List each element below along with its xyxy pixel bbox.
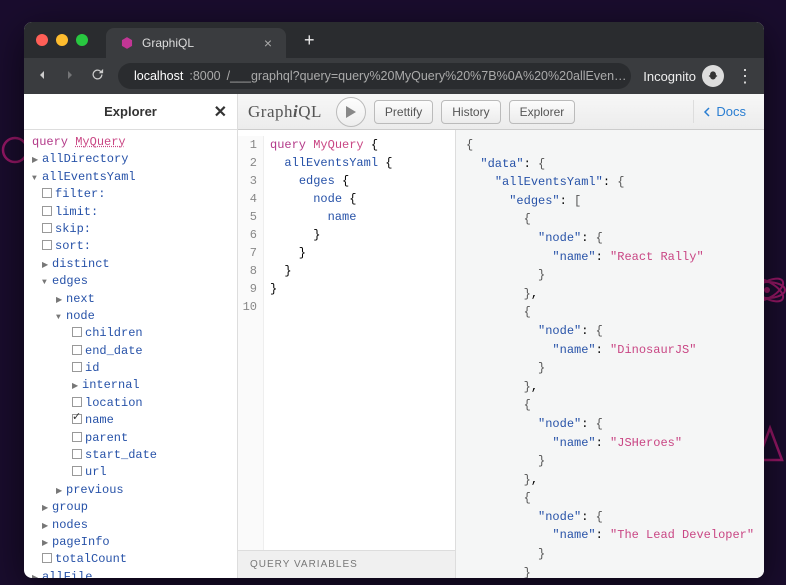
tree-previous[interactable]: ▶previous <box>28 482 233 499</box>
reload-button[interactable] <box>90 67 106 85</box>
graphiql-toolbar: GraphiQL Prettify History Explorer Docs <box>238 94 764 130</box>
explorer-button[interactable]: Explorer <box>509 100 576 124</box>
field-children[interactable]: children <box>28 325 233 342</box>
arg-sort[interactable]: sort: <box>28 238 233 255</box>
prettify-button[interactable]: Prettify <box>374 100 433 124</box>
incognito-label: Incognito <box>643 69 696 84</box>
field-name[interactable]: name <box>28 412 233 429</box>
tree-alleventsyaml[interactable]: ▼allEventsYaml <box>28 169 233 186</box>
url-input[interactable]: localhost :8000 /___graphql?query=query%20… <box>118 63 631 89</box>
tree-distinct[interactable]: ▶distinct <box>28 256 233 273</box>
close-window-icon[interactable] <box>36 34 48 46</box>
field-parent[interactable]: parent <box>28 430 233 447</box>
field-internal[interactable]: ▶internal <box>28 377 233 394</box>
traffic-lights <box>36 34 88 46</box>
back-button[interactable] <box>34 67 50 86</box>
incognito-indicator: Incognito <box>643 65 724 87</box>
close-tab-icon[interactable]: × <box>264 35 272 51</box>
arg-skip[interactable]: skip: <box>28 221 233 238</box>
browser-window: GraphiQL × + localhost :8000 /___graphql?q… <box>24 22 764 578</box>
query-variables-toggle[interactable]: QUERY VARIABLES <box>238 550 455 578</box>
field-start-date[interactable]: start_date <box>28 447 233 464</box>
browser-tab[interactable]: GraphiQL × <box>106 28 286 58</box>
field-end-date[interactable]: end_date <box>28 343 233 360</box>
tab-title: GraphiQL <box>142 36 194 50</box>
incognito-icon[interactable] <box>702 65 724 87</box>
tree-node[interactable]: ▼node <box>28 308 233 325</box>
tree-totalcount[interactable]: totalCount <box>28 551 233 568</box>
minimize-window-icon[interactable] <box>56 34 68 46</box>
close-icon[interactable]: ✕ <box>214 102 227 122</box>
explorer-header: Explorer ✕ <box>24 94 237 130</box>
query-editor-pane: 12345678910query MyQuery { allEventsYaml… <box>238 94 456 578</box>
url-port: :8000 <box>189 69 220 83</box>
explorer-title: Explorer <box>104 104 157 119</box>
field-url[interactable]: url <box>28 464 233 481</box>
tree-group[interactable]: ▶group <box>28 499 233 516</box>
graphiql-logo: GraphiQL <box>248 102 322 122</box>
chrome-menu-button[interactable]: ⋮ <box>736 66 754 87</box>
tree-nodes[interactable]: ▶nodes <box>28 517 233 534</box>
result-pane[interactable]: { "data": { "allEventsYaml": { "edges": … <box>456 94 764 578</box>
history-button[interactable]: History <box>441 100 500 124</box>
url-host: localhost <box>134 69 183 83</box>
arg-filter[interactable]: filter: <box>28 186 233 203</box>
play-icon <box>345 105 357 119</box>
tree-alldirectory[interactable]: ▶allDirectory <box>28 151 233 168</box>
forward-button[interactable] <box>62 67 78 86</box>
docs-button[interactable]: Docs <box>693 100 754 123</box>
tree-next[interactable]: ▶next <box>28 291 233 308</box>
maximize-window-icon[interactable] <box>76 34 88 46</box>
graphql-favicon-icon <box>120 36 134 50</box>
explorer-pane: Explorer ✕ query MyQuery ▶allDirectory ▼… <box>24 94 238 578</box>
query-declaration[interactable]: query MyQuery <box>28 134 233 151</box>
address-bar: localhost :8000 /___graphql?query=query%20… <box>24 58 764 94</box>
chrome-titlebar: GraphiQL × + <box>24 22 764 58</box>
url-path: /___graphql?query=query%20MyQuery%20%7B%… <box>227 69 627 83</box>
explorer-tree[interactable]: query MyQuery ▶allDirectory ▼allEventsYa… <box>24 130 237 578</box>
graphiql-panes: Explorer ✕ query MyQuery ▶allDirectory ▼… <box>24 94 764 578</box>
field-id[interactable]: id <box>28 360 233 377</box>
query-editor[interactable]: 12345678910query MyQuery { allEventsYaml… <box>238 130 455 550</box>
arg-limit[interactable]: limit: <box>28 204 233 221</box>
tree-edges[interactable]: ▼edges <box>28 273 233 290</box>
tree-allfile[interactable]: ▶allFile <box>28 569 233 578</box>
chevron-left-icon <box>702 107 712 117</box>
tree-pageinfo[interactable]: ▶pageInfo <box>28 534 233 551</box>
new-tab-button[interactable]: + <box>304 30 315 51</box>
field-location[interactable]: location <box>28 395 233 412</box>
execute-query-button[interactable] <box>336 97 366 127</box>
